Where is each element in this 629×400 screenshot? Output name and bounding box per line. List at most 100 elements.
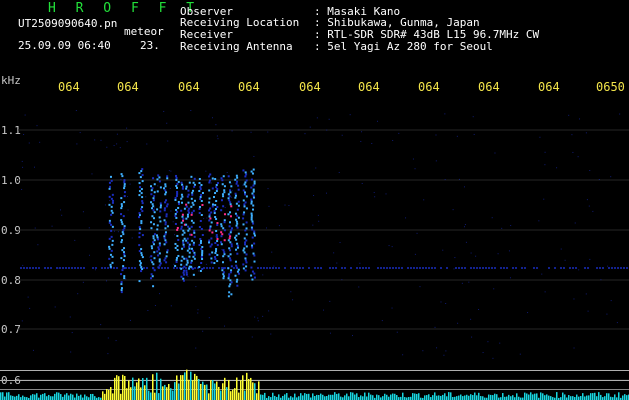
signal-bar	[122, 374, 124, 400]
signal-bar	[474, 392, 476, 400]
signal-bar	[488, 394, 490, 400]
signal-bar	[176, 375, 178, 400]
signal-bar	[350, 392, 352, 400]
signal-bar	[0, 392, 2, 400]
signal-bar	[140, 387, 142, 400]
signal-bar	[116, 375, 118, 400]
signal-bar	[94, 396, 96, 400]
signal-bar	[340, 396, 342, 400]
signal-bar	[78, 395, 80, 400]
signal-bar	[182, 375, 184, 400]
signal-bar	[252, 382, 254, 400]
signal-bar	[238, 392, 240, 400]
signal-bar	[308, 393, 310, 400]
signal-bar	[174, 382, 176, 400]
signal-bar	[298, 396, 300, 400]
signal-bar	[372, 395, 374, 400]
signal-bar	[414, 393, 416, 400]
signal-bar	[590, 393, 592, 400]
signal-bar	[464, 395, 466, 400]
signal-bar	[482, 396, 484, 400]
signal-bar	[460, 394, 462, 400]
signal-bar	[210, 380, 212, 400]
signal-bar	[70, 393, 72, 400]
signal-bar	[30, 395, 32, 400]
signal-bar	[564, 394, 566, 400]
signal-bar	[478, 392, 480, 400]
signal-bar	[356, 393, 358, 400]
signal-bar	[154, 392, 156, 400]
signal-bar	[598, 392, 600, 400]
signal-bar	[54, 393, 56, 400]
signal-bar	[126, 388, 128, 400]
signal-bar	[138, 378, 140, 400]
signal-bar	[434, 392, 436, 400]
signal-bar	[46, 396, 48, 400]
signal-bar	[312, 393, 314, 400]
signal-bar	[540, 392, 542, 400]
signal-bar	[102, 391, 104, 400]
signal-bar	[362, 396, 364, 400]
signal-bar	[170, 388, 172, 400]
signal-bar	[378, 395, 380, 400]
signal-bar	[294, 393, 296, 400]
signal-bar	[84, 394, 86, 400]
signal-bar	[576, 394, 578, 400]
signal-bar	[444, 393, 446, 400]
signal-bar	[218, 386, 220, 400]
signal-bar	[60, 394, 62, 400]
signal-bar	[160, 378, 162, 400]
signal-bar	[114, 377, 116, 400]
signal-bar	[578, 396, 580, 400]
signal-bar	[370, 394, 372, 400]
signal-bar	[152, 374, 154, 400]
signal-bar	[376, 394, 378, 400]
signal-bar	[164, 384, 166, 400]
signal-bar	[168, 383, 170, 400]
signal-bar	[344, 395, 346, 400]
signal-bar	[248, 379, 250, 400]
signal-bar	[304, 393, 306, 400]
signal-bar	[458, 395, 460, 400]
signal-bar	[282, 395, 284, 400]
signal-bar	[108, 389, 110, 400]
signal-bar	[526, 393, 528, 400]
signal-bar	[64, 394, 66, 400]
signal-bar	[36, 393, 38, 400]
signal-bar	[286, 393, 288, 400]
signal-bar	[332, 394, 334, 400]
signal-bar	[412, 393, 414, 400]
signal-bar	[166, 387, 168, 400]
signal-bar	[550, 396, 552, 400]
signal-bar	[76, 393, 78, 400]
signal-bar	[278, 394, 280, 400]
signal-bar	[626, 395, 628, 400]
signal-bar	[466, 394, 468, 400]
signal-bar	[4, 396, 6, 400]
signal-bar	[428, 394, 430, 400]
signal-bar	[92, 393, 94, 400]
signal-bar	[446, 396, 448, 400]
signal-bar	[426, 395, 428, 400]
signal-bar	[68, 395, 70, 400]
signal-bar	[506, 396, 508, 400]
signal-bar	[336, 393, 338, 400]
signal-bar	[352, 392, 354, 400]
signal-bar	[568, 395, 570, 400]
signal-bar	[382, 396, 384, 400]
signal-bar	[326, 396, 328, 400]
signal-bar	[306, 393, 308, 400]
signal-bar	[438, 395, 440, 400]
signal-bar	[90, 393, 92, 400]
signal-bar	[614, 394, 616, 400]
signal-bar	[146, 377, 148, 400]
signal-bar	[194, 373, 196, 400]
signal-bar	[230, 391, 232, 400]
signal-bar	[212, 379, 214, 400]
signal-bar	[572, 396, 574, 400]
signal-bar	[386, 394, 388, 400]
signal-bar	[508, 394, 510, 400]
signal-bar	[462, 396, 464, 400]
signal-bar	[608, 393, 610, 400]
signal-bar	[162, 386, 164, 400]
